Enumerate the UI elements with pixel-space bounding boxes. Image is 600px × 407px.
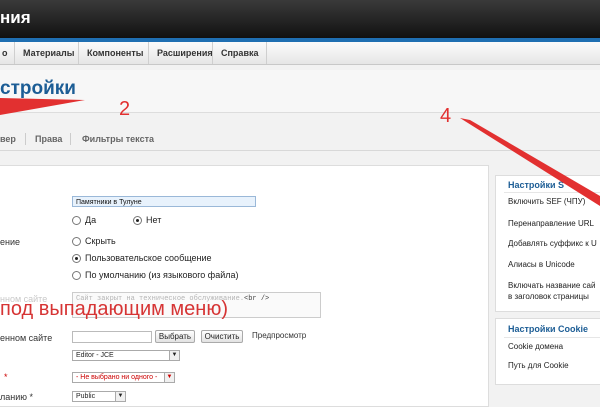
- tabs-bar: вер Права Фильтры текста: [0, 128, 600, 151]
- seo-sitename-label: Включать название сай: [508, 281, 596, 290]
- cookie-settings-box: Настройки Cookie Cookie домена Путь для …: [495, 318, 600, 385]
- chevron-down-icon: ▼: [164, 373, 174, 382]
- site-name-input[interactable]: Памятники в Тулуне: [72, 196, 256, 207]
- title-bar: [0, 70, 600, 113]
- offline-yes-label: Да: [85, 215, 97, 225]
- tab-divider: [70, 133, 71, 145]
- page-title: стройки: [0, 78, 76, 99]
- annotation-number-2: 2: [119, 98, 131, 120]
- annotation-text: под выпадающим меню): [0, 298, 228, 320]
- captcha-select-value: - Не выбрано ни одного -: [76, 374, 158, 381]
- cookie-path-label: Путь для Cookie: [508, 361, 569, 370]
- divider: [504, 337, 600, 338]
- tab-text-filters[interactable]: Фильтры текста: [82, 128, 154, 150]
- offline-msg-hide-radio[interactable]: [72, 237, 81, 246]
- main-menu: о Материалы Компоненты Расширения Справк…: [0, 42, 600, 65]
- menu-item-extensions[interactable]: Расширения: [148, 42, 221, 64]
- select-image-button[interactable]: Выбрать: [155, 330, 195, 343]
- tab-divider: [25, 133, 26, 145]
- seo-settings-title: Настройки S: [508, 180, 564, 190]
- tab-permissions[interactable]: Права: [35, 128, 62, 150]
- access-select[interactable]: Public ▼: [72, 391, 126, 402]
- offline-message-tag: <br />: [244, 295, 270, 303]
- annotation-number-4: 4: [440, 105, 452, 127]
- tab-server[interactable]: вер: [0, 128, 16, 150]
- seo-sef-label: Включить SEF (ЧПУ): [508, 197, 586, 206]
- offline-image-label: енном сайте: [0, 333, 53, 343]
- offline-message-label: ение: [0, 237, 21, 247]
- seo-unicode-label: Алиасы в Unicode: [508, 260, 575, 269]
- captcha-select[interactable]: - Не выбрано ни одного - ▼: [72, 372, 175, 383]
- menu-item-help[interactable]: Справка: [212, 42, 268, 64]
- editor-select-value: Editor - JCE: [76, 352, 114, 359]
- default-access-label: ланию *: [0, 392, 34, 402]
- offline-msg-hide-label: Скрыть: [85, 236, 116, 246]
- top-bar: [0, 0, 600, 38]
- editor-select[interactable]: Editor - JCE ▼: [72, 350, 180, 361]
- seo-settings-box: Настройки S Включить SEF (ЧПУ) Перенапра…: [495, 175, 600, 312]
- preview-label: Предпросмотр: [252, 331, 307, 340]
- offline-msg-custom-label: Пользовательское сообщение: [85, 253, 212, 263]
- clear-image-button[interactable]: Очистить: [201, 330, 243, 343]
- offline-msg-custom-radio[interactable]: [72, 254, 81, 263]
- access-select-value: Public: [76, 393, 96, 400]
- seo-sitename-label-2: в заголовок страницы: [508, 292, 589, 301]
- divider: [504, 192, 600, 193]
- menu-item-components[interactable]: Компоненты: [78, 42, 151, 64]
- offline-msg-default-label: По умолчанию (из языкового файла): [85, 270, 239, 280]
- captcha-required-mark: *: [4, 372, 8, 382]
- offline-radio-no[interactable]: [133, 216, 142, 225]
- offline-no-label: Нет: [146, 215, 162, 225]
- seo-url-rewrite-label: Перенаправление URL: [508, 219, 594, 228]
- app-title: ния: [0, 8, 31, 27]
- menu-item-content[interactable]: Материалы: [14, 42, 82, 64]
- offline-radio-yes[interactable]: [72, 216, 81, 225]
- offline-msg-default-radio[interactable]: [72, 271, 81, 280]
- seo-suffix-label: Добавлять суффикс к U: [508, 239, 597, 248]
- cookie-domain-label: Cookie домена: [508, 342, 564, 351]
- cookie-settings-title: Настройки Cookie: [508, 324, 588, 334]
- offline-image-input[interactable]: [72, 331, 152, 343]
- chevron-down-icon: ▼: [169, 351, 179, 360]
